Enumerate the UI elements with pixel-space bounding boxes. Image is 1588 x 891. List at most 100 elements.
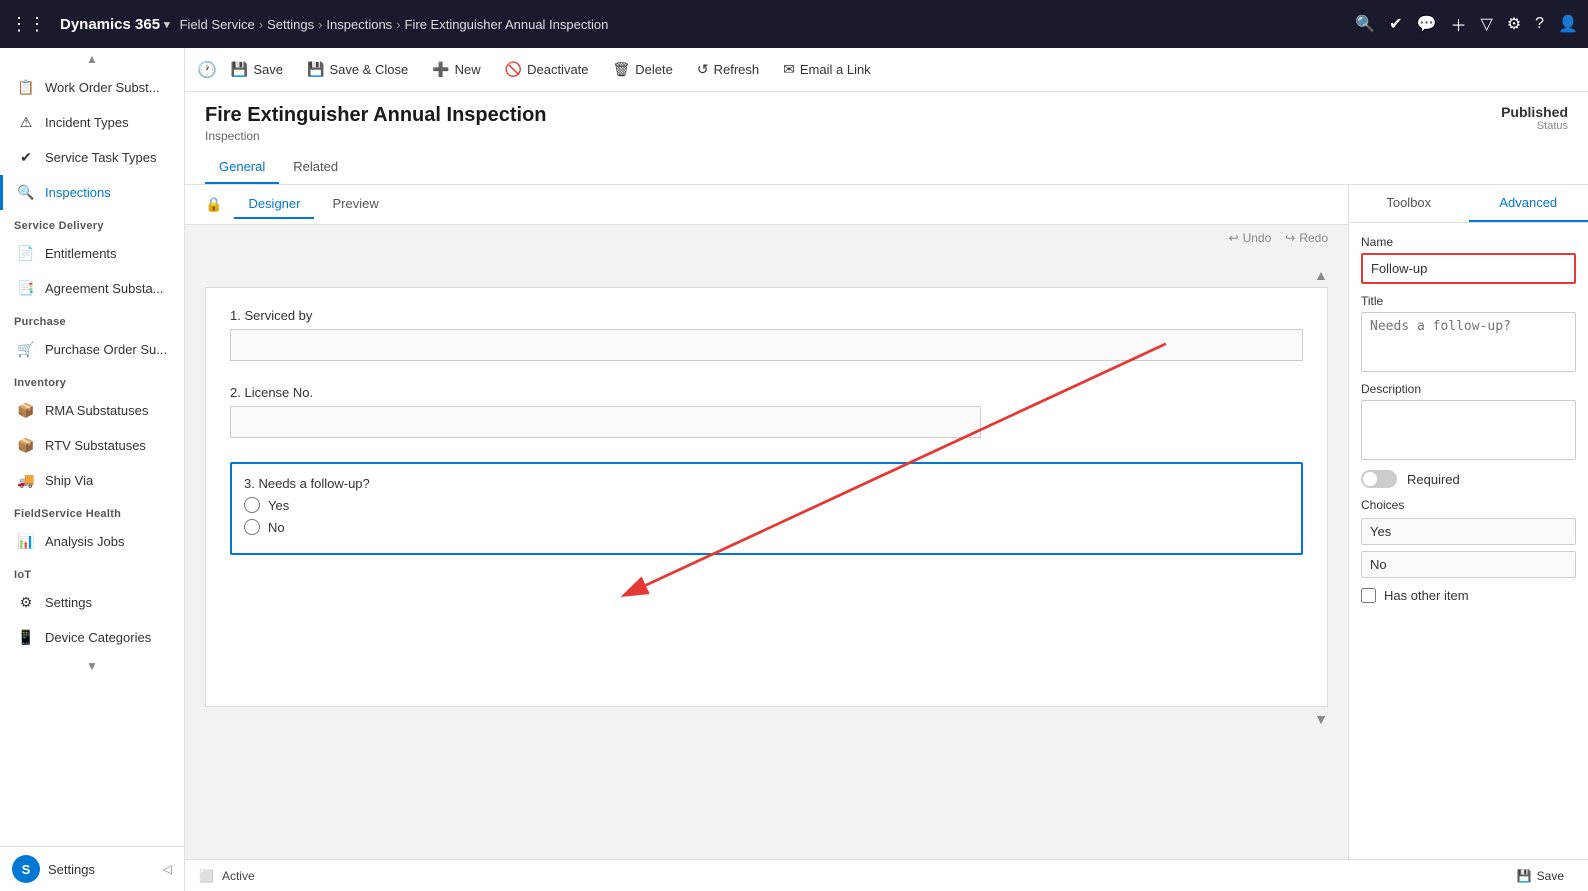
deactivate-button[interactable]: 🚫 Deactivate: [495, 56, 599, 83]
status-text: Active: [222, 869, 255, 883]
choice-no[interactable]: No: [1361, 551, 1576, 578]
sidebar-user-section[interactable]: S Settings ◁: [0, 846, 184, 891]
filter-icon[interactable]: ▽: [1481, 14, 1493, 34]
sidebar-item-agreement-substa[interactable]: 📑 Agreement Substa...: [0, 271, 184, 306]
save-close-icon: 💾: [307, 61, 324, 78]
user-icon[interactable]: 👤: [1558, 14, 1578, 34]
help-icon[interactable]: ?: [1535, 15, 1544, 33]
title-input[interactable]: [1361, 312, 1576, 372]
breadcrumb-settings[interactable]: Settings: [267, 17, 314, 32]
breadcrumb-current: Fire Extinguisher Annual Inspection: [405, 17, 609, 32]
new-record-icon[interactable]: ＋: [1451, 12, 1467, 36]
new-button[interactable]: ➕ New: [422, 56, 490, 83]
settings-icon[interactable]: ⚙: [1507, 14, 1521, 34]
save-button[interactable]: 💾 Save: [221, 56, 293, 83]
description-input[interactable]: [1361, 400, 1576, 460]
sidebar-item-purchase-order[interactable]: 🛒 Purchase Order Su...: [0, 332, 184, 367]
top-nav: ⋮⋮ Dynamics 365 ▾ Field Service › Settin…: [0, 0, 1588, 48]
search-icon[interactable]: 🔍: [1355, 14, 1375, 34]
record-title: Fire Extinguisher Annual Inspection: [205, 104, 547, 127]
sidebar-item-analysis-jobs[interactable]: 📊 Analysis Jobs: [0, 524, 184, 559]
name-input[interactable]: [1361, 253, 1576, 284]
history-icon[interactable]: 🕐: [197, 60, 217, 80]
tasks-icon[interactable]: ✔: [1389, 14, 1402, 34]
waffle-icon[interactable]: ⋮⋮: [10, 14, 46, 35]
sidebar-item-entitlements[interactable]: 📄 Entitlements: [0, 236, 184, 271]
sidebar-item-inspections[interactable]: 🔍 Inspections: [0, 175, 184, 210]
section-label-service-delivery: Service Delivery: [0, 210, 184, 236]
refresh-button[interactable]: ↺ Refresh: [687, 56, 769, 83]
question-3-label: 3. Needs a follow-up?: [244, 476, 1289, 491]
sidebar-item-incident-types[interactable]: ⚠ Incident Types: [0, 105, 184, 140]
new-icon: ➕: [432, 61, 449, 78]
sidebar-scroll-up[interactable]: ▲: [0, 48, 184, 70]
app-chevron-icon: ▾: [164, 18, 170, 31]
sidebar-collapse-icon[interactable]: ◁: [163, 862, 172, 876]
status-bar-left: ⬜ Active: [199, 869, 255, 883]
sub-tab-preview[interactable]: Preview: [318, 190, 392, 219]
status-save-icon: 💾: [1517, 869, 1532, 883]
redo-button[interactable]: ↪ Redo: [1285, 231, 1328, 245]
canvas-scroll-up-icon[interactable]: ▲: [1314, 267, 1328, 283]
sidebar-item-rma[interactable]: 📦 RMA Substatuses: [0, 393, 184, 428]
required-toggle[interactable]: [1361, 470, 1397, 488]
form-canvas-inner: 1. Serviced by 2. License No.: [205, 287, 1328, 707]
sidebar-item-work-order-subst[interactable]: 📋 Work Order Subst...: [0, 70, 184, 105]
command-bar: 🕐 💾 Save 💾 Save & Close ➕ New 🚫 Deactiva…: [185, 48, 1588, 92]
sidebar-scroll-down[interactable]: ▼: [0, 655, 184, 677]
name-field-group: Name: [1361, 235, 1576, 284]
breadcrumb-sep-1: ›: [259, 17, 263, 32]
app-name[interactable]: Dynamics 365 ▾: [60, 16, 170, 33]
radio-yes-input[interactable]: [244, 497, 260, 513]
choices-section: Choices Yes No: [1361, 498, 1576, 578]
radio-option-yes[interactable]: Yes: [244, 497, 1289, 513]
record-status: Published Status: [1501, 104, 1568, 132]
sidebar-item-ship-via[interactable]: 🚚 Ship Via: [0, 463, 184, 498]
service-task-icon: ✔: [17, 149, 35, 166]
section-label-inventory: Inventory: [0, 367, 184, 393]
has-other-checkbox[interactable]: [1361, 588, 1376, 603]
device-icon: 📱: [17, 629, 35, 646]
form-question-1[interactable]: 1. Serviced by: [230, 308, 1303, 361]
inspections-icon: 🔍: [17, 184, 35, 201]
tab-general[interactable]: General: [205, 151, 279, 184]
has-other-label: Has other item: [1384, 588, 1469, 603]
sidebar-item-device-categories[interactable]: 📱 Device Categories: [0, 620, 184, 655]
status-icon: ⬜: [199, 869, 214, 883]
canvas-scroll-down-icon[interactable]: ▼: [1314, 711, 1328, 727]
status-save-button[interactable]: 💾 Save: [1507, 864, 1574, 888]
form-question-3[interactable]: 3. Needs a follow-up? Yes No: [230, 462, 1303, 555]
breadcrumb-sep-3: ›: [396, 17, 400, 32]
radio-no-input[interactable]: [244, 519, 260, 535]
question-2-input[interactable]: [230, 406, 981, 438]
delete-button[interactable]: 🗑 Delete: [603, 56, 683, 83]
undo-button[interactable]: ↩ Undo: [1229, 231, 1272, 245]
breadcrumb-inspections[interactable]: Inspections: [326, 17, 392, 32]
tab-advanced[interactable]: Advanced: [1469, 185, 1588, 222]
chat-icon[interactable]: 💬: [1417, 14, 1437, 34]
content-area: 🕐 💾 Save 💾 Save & Close ➕ New 🚫 Deactiva…: [185, 48, 1588, 891]
radio-option-no[interactable]: No: [244, 519, 1289, 535]
delete-icon: 🗑: [613, 61, 631, 78]
breadcrumb-module[interactable]: Field Service: [180, 17, 255, 32]
incident-icon: ⚠: [17, 114, 35, 131]
description-label: Description: [1361, 382, 1576, 396]
sidebar-item-service-task-types[interactable]: ✔ Service Task Types: [0, 140, 184, 175]
breadcrumb-sep-2: ›: [318, 17, 322, 32]
choice-yes[interactable]: Yes: [1361, 518, 1576, 545]
question-2-label: 2. License No.: [230, 385, 1303, 400]
sidebar-item-iot-settings[interactable]: ⚙ Settings: [0, 585, 184, 620]
deactivate-icon: 🚫: [505, 61, 522, 78]
email-link-button[interactable]: ✉ Email a Link: [773, 56, 881, 83]
save-close-button[interactable]: 💾 Save & Close: [297, 56, 418, 83]
form-question-2[interactable]: 2. License No.: [230, 385, 1303, 438]
tab-related[interactable]: Related: [279, 151, 352, 184]
section-label-fieldservice-health: FieldService Health: [0, 498, 184, 524]
tab-toolbox[interactable]: Toolbox: [1349, 185, 1469, 222]
redo-icon: ↪: [1285, 231, 1295, 245]
ship-icon: 🚚: [17, 472, 35, 489]
question-1-input[interactable]: [230, 329, 1303, 361]
sub-tab-designer[interactable]: Designer: [234, 190, 314, 219]
name-label: Name: [1361, 235, 1576, 249]
sidebar-item-rtv[interactable]: 📦 RTV Substatuses: [0, 428, 184, 463]
